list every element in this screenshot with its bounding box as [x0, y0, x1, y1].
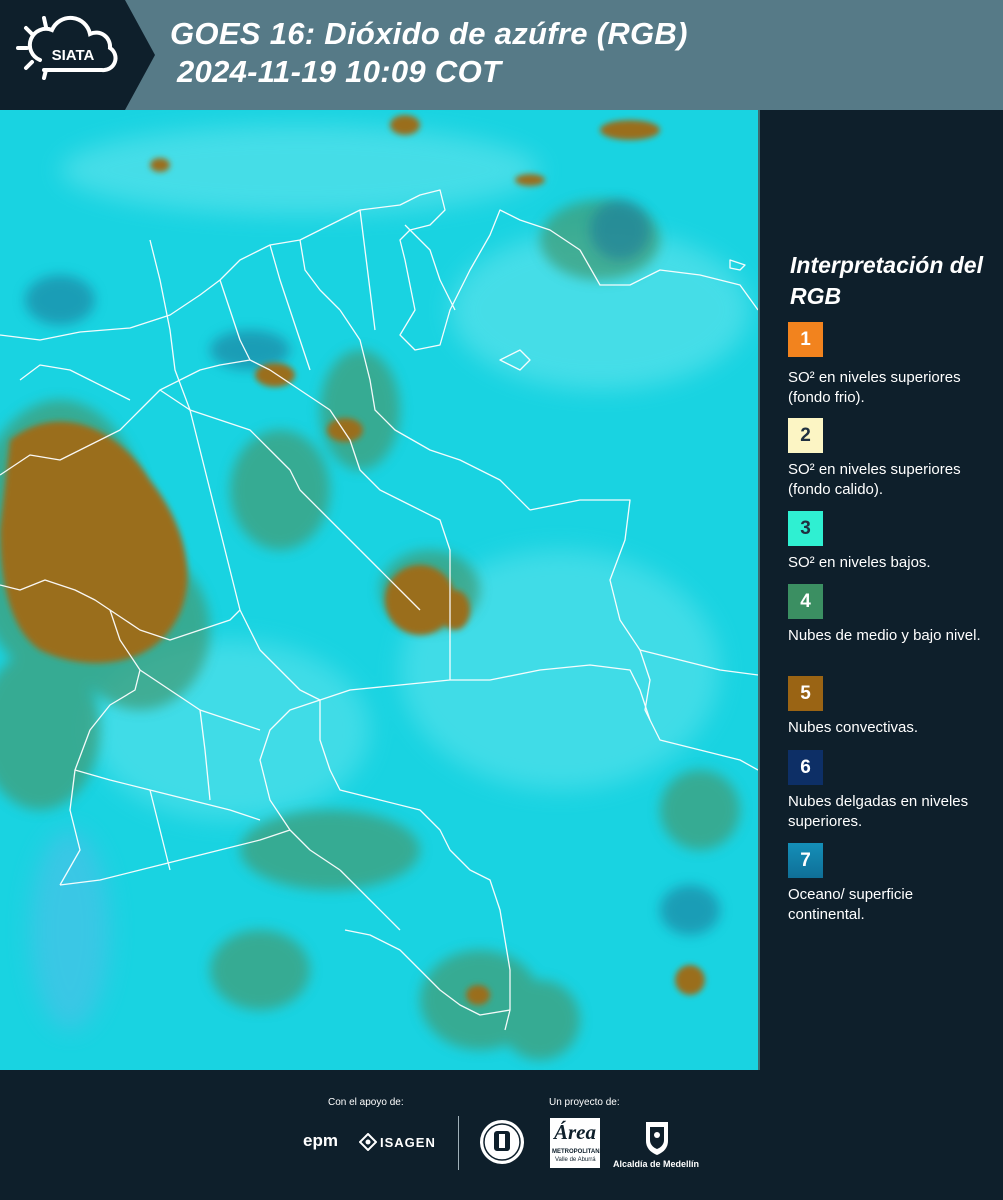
page-timestamp: 2024-11-19 10:09 COT	[177, 54, 502, 89]
siata-logo-text: SIATA	[52, 47, 95, 64]
project-label: Un proyecto de:	[549, 1097, 620, 1108]
legend-swatch-5: 5	[788, 676, 823, 711]
satellite-map	[0, 110, 760, 1070]
satellite-map-image	[0, 110, 759, 1070]
legend-text-1: SO² en niveles superiores (fondo frio).	[788, 369, 961, 406]
university-seal-icon	[480, 1120, 524, 1164]
area-logo-sub2: Valle de Aburrá	[555, 1157, 596, 1163]
siata-logo: SIATA	[0, 0, 160, 110]
legend-text-4: Nubes de medio y bajo nivel.	[788, 627, 981, 644]
epm-logo: epm	[303, 1131, 338, 1150]
legend-swatch-4: 4	[788, 584, 823, 619]
support-label: Con el apoyo de:	[328, 1097, 404, 1108]
legend-swatch-2: 2	[788, 418, 823, 453]
area-metropolitana-logo: Área METROPOLITANA Valle de Aburrá	[550, 1118, 604, 1168]
legend-text-6: Nubes delgadas en niveles superiores.	[788, 793, 969, 830]
legend-swatch-6: 6	[788, 750, 823, 785]
area-logo-text: Área	[554, 1120, 596, 1144]
legend-title: Interpretación del RGB	[790, 252, 983, 309]
medellin-coat-of-arms-icon	[646, 1122, 668, 1155]
legend-panel: Interpretación del RGB 1 SO² en niveles …	[760, 110, 1003, 1070]
legend-swatch-1: 1	[788, 322, 823, 357]
siata-logo-shape: SIATA	[0, 0, 155, 110]
area-logo-sub1: METROPOLITANA	[552, 1149, 604, 1155]
page-title: GOES 16: Dióxido de azúfre (RGB)	[170, 16, 688, 51]
legend-text-7: Oceano/ superficie continental.	[788, 886, 914, 923]
legend-text-5: Nubes convectivas.	[788, 719, 919, 736]
legend-swatch-3: 3	[788, 511, 823, 546]
footer: Con el apoyo de: Un proyecto de: epm ISA…	[0, 1070, 1003, 1200]
legend-text-3: SO² en niveles bajos.	[788, 554, 931, 571]
legend-swatch-7: 7	[788, 843, 823, 878]
header: SIATA GOES 16: Dióxido de azúfre (RGB) 2…	[0, 0, 1003, 110]
legend-text-2: SO² en niveles superiores (fondo calido)…	[788, 461, 961, 498]
isagen-icon	[359, 1133, 377, 1151]
isagen-logo: ISAGEN	[380, 1135, 436, 1150]
footer-divider	[458, 1116, 459, 1170]
alcaldia-logo-text: Alcaldía de Medellín	[613, 1159, 700, 1169]
